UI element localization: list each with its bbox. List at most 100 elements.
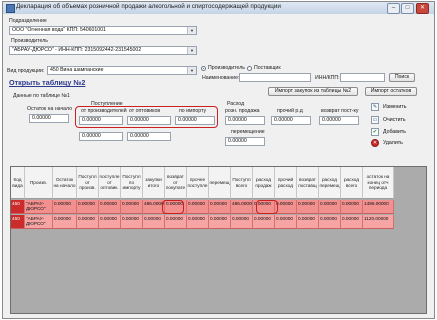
table-cell[interactable]: 0.00000 xyxy=(209,215,231,229)
expense-label: Расход xyxy=(227,101,245,107)
retail-sales-label: розн. продажа xyxy=(225,108,260,114)
table-row[interactable]: 450 "АБРАУ-ДЮРСО" 0.00000 0.00000 0.00000 0.0… xyxy=(11,215,394,229)
data-grid[interactable]: Код вида Произв. Остаток на начало Поступл … xyxy=(10,166,427,314)
table-cell[interactable]: 0.00000 xyxy=(121,200,143,214)
table-cell[interactable]: 0.00000 xyxy=(319,200,341,214)
table-cell[interactable]: 0.00000 xyxy=(275,215,297,229)
column-header[interactable]: прочее поступле xyxy=(187,167,209,199)
opening-balance-input[interactable]: 0.00000 xyxy=(29,114,69,123)
import-purchases-button[interactable]: Импорт закупок из таблицы №2 xyxy=(268,87,358,96)
total-receipts-highlight xyxy=(256,200,278,214)
column-header[interactable]: Поступл всего xyxy=(231,167,253,199)
product-type-label: Вид продукции: xyxy=(7,68,45,74)
table-cell[interactable]: 0.00000 xyxy=(143,215,165,229)
product-type-select[interactable]: 450 Вина шампанские ▼ xyxy=(47,66,197,75)
table-cell[interactable]: 450 xyxy=(11,200,25,214)
column-header[interactable]: Код вида xyxy=(11,167,25,199)
table-cell[interactable]: 1120.00000 xyxy=(363,215,394,229)
table-cell[interactable]: 0.00000 xyxy=(297,200,319,214)
table-cell[interactable]: 0.00000 xyxy=(297,215,319,229)
inn-label: ИНН/КПП: xyxy=(315,75,340,81)
table-cell[interactable]: 0.00000 xyxy=(99,215,121,229)
table-cell[interactable]: 1486.00000 xyxy=(363,200,394,214)
column-header[interactable]: поступле от оптовик. xyxy=(99,167,121,199)
producer-radio[interactable] xyxy=(201,66,206,71)
column-header[interactable]: расход продаж xyxy=(253,167,275,199)
maximize-button[interactable]: □ xyxy=(401,3,414,14)
import-balances-button[interactable]: Импорт остатков xyxy=(365,87,417,96)
table-cell[interactable]: "АБРАУ-ДЮРСО" xyxy=(25,200,53,214)
other-expense-label: прочий р.д xyxy=(277,108,303,114)
table-cell[interactable]: 0.00000 xyxy=(99,200,121,214)
inn-input[interactable] xyxy=(340,73,385,82)
column-header[interactable]: перемещ xyxy=(209,167,231,199)
retail-sales-input[interactable]: 0.00000 xyxy=(225,116,265,125)
close-button[interactable]: ✕ xyxy=(416,3,429,14)
table-cell[interactable]: 0.00000 xyxy=(341,200,363,214)
table-cell[interactable]: "АБРАУ-ДЮРСО" xyxy=(25,215,53,229)
column-header[interactable]: прочий расход xyxy=(275,167,297,199)
table-cell[interactable]: 0.00000 xyxy=(77,215,99,229)
column-header[interactable]: возврат поставщ xyxy=(297,167,319,199)
supplier-return-input[interactable]: 0.00000 xyxy=(319,116,359,125)
row2-input-1[interactable]: 0.00000 xyxy=(79,132,123,141)
column-header[interactable]: возврат от покупате xyxy=(165,167,187,199)
table-cell[interactable]: 0.00000 xyxy=(275,200,297,214)
table-row[interactable]: 450 "АБРАУ-ДЮРСО" 0.00000 0.00000 0.00000 0.0… xyxy=(11,200,394,214)
eraser-icon: ▭ xyxy=(371,116,379,124)
delete-button[interactable]: ✕ Удалить xyxy=(371,139,421,148)
producer-value: "АБРАУ-ДЮРСО" - ИНН-КПП: 2315092442-2315… xyxy=(12,47,142,53)
table-cell[interactable]: 0.00000 xyxy=(209,200,231,214)
table-cell[interactable]: 0.00000 xyxy=(253,215,275,229)
name-label: Наименование: xyxy=(202,75,240,81)
table-cell[interactable]: 0.00000 xyxy=(165,215,187,229)
table-cell[interactable]: 0.00000 xyxy=(231,215,253,229)
table-cell[interactable]: 0.00000 xyxy=(53,215,77,229)
edit-button[interactable]: ✎ Изменить xyxy=(371,103,421,112)
column-header[interactable]: Поступл от произв. xyxy=(77,167,99,199)
chevron-down-icon: ▼ xyxy=(187,67,196,74)
column-header[interactable]: расход всего xyxy=(341,167,363,199)
column-header[interactable]: Произв. xyxy=(25,167,53,199)
declaration-window: Декларация об объемах розничной продажи … xyxy=(2,1,435,319)
table-cell[interactable]: 486.00000 xyxy=(231,200,253,214)
column-header[interactable]: Поступл по импорту xyxy=(121,167,143,199)
table-cell[interactable]: 450 xyxy=(11,215,25,229)
table1-data-label: Данные по таблице №1 xyxy=(13,93,70,99)
minimize-button[interactable]: – xyxy=(387,3,400,14)
table-cell[interactable]: 0.00000 xyxy=(319,215,341,229)
other-expense-input[interactable]: 0.00000 xyxy=(271,116,311,125)
row2-input-2[interactable]: 0.00000 xyxy=(127,132,171,141)
transfer-label: перемещение xyxy=(231,129,265,135)
subdivision-select[interactable]: ООО "Огненная вода" КПП: 540601001 ▼ xyxy=(9,26,197,35)
table-cell[interactable]: 0.00000 xyxy=(187,200,209,214)
column-header[interactable]: закупки итого xyxy=(143,167,165,199)
product-type-value: 450 Вина шампанские xyxy=(50,67,104,73)
producer-select[interactable]: "АБРАУ-ДЮРСО" - ИНН-КПП: 2315092442-2315… xyxy=(9,46,197,55)
checkmark-icon: ✔ xyxy=(371,128,379,136)
subdivision-value: ООО "Огненная вода" КПП: 540601001 xyxy=(12,27,106,33)
open-table-2-link[interactable]: Открыть таблицу №2 xyxy=(9,78,85,87)
search-button[interactable]: Поиск xyxy=(389,73,415,82)
supplier-radio[interactable] xyxy=(247,66,252,71)
table-cell[interactable]: 0.00000 xyxy=(53,200,77,214)
column-header[interactable]: остаток на конец отч периода xyxy=(363,167,394,199)
add-button[interactable]: ✔ Добавить xyxy=(371,128,421,137)
name-input[interactable] xyxy=(239,73,311,82)
transfer-input[interactable]: 0.00000 xyxy=(225,137,265,146)
table-cell[interactable]: 0.00000 xyxy=(341,215,363,229)
column-header[interactable]: расход перемещ xyxy=(319,167,341,199)
opening-balance-label: Остаток на начало xyxy=(27,106,73,112)
receipts-highlight xyxy=(75,106,218,128)
table-cell[interactable]: 0.00000 xyxy=(121,215,143,229)
pencil-icon: ✎ xyxy=(371,103,379,111)
producer-label: Производитель xyxy=(11,38,48,44)
producer-radio-label: Производитель xyxy=(208,65,245,71)
table-cell[interactable]: 0.00000 xyxy=(187,215,209,229)
purchases-highlight xyxy=(162,200,184,214)
chevron-down-icon: ▼ xyxy=(187,47,196,54)
clear-button[interactable]: ▭ Очистить xyxy=(371,116,421,125)
table-cell[interactable]: 0.00000 xyxy=(77,200,99,214)
window-title: Декларация об объемах розничной продажи … xyxy=(16,3,281,10)
column-header[interactable]: Остаток на начало xyxy=(53,167,77,199)
